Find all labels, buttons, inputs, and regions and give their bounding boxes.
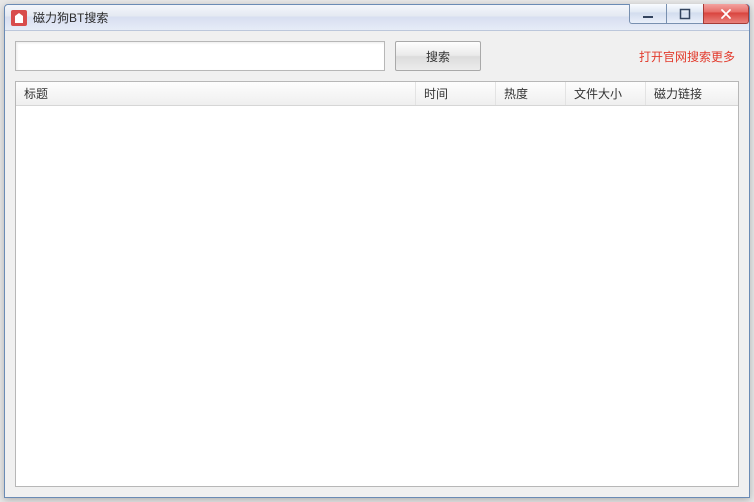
close-icon [719, 8, 733, 20]
column-header-title[interactable]: 标题 [16, 82, 416, 105]
search-row: 搜索 打开官网搜索更多 [15, 41, 739, 71]
title-bar[interactable]: 磁力狗BT搜索 [5, 5, 749, 31]
official-site-link[interactable]: 打开官网搜索更多 [639, 48, 735, 65]
column-header-time[interactable]: 时间 [416, 82, 496, 105]
search-button[interactable]: 搜索 [395, 41, 481, 71]
app-window: 磁力狗BT搜索 搜索 打开官网搜索更多 标题 时间 热度 文件 [4, 4, 750, 498]
close-button[interactable] [703, 4, 749, 24]
window-controls [630, 4, 749, 24]
column-header-magnet[interactable]: 磁力链接 [646, 82, 738, 105]
results-header: 标题 时间 热度 文件大小 磁力链接 [16, 82, 738, 106]
minimize-icon [642, 8, 654, 20]
results-body[interactable] [16, 106, 738, 486]
column-header-size[interactable]: 文件大小 [566, 82, 646, 105]
minimize-button[interactable] [629, 4, 667, 24]
maximize-icon [679, 8, 691, 20]
column-header-heat[interactable]: 热度 [496, 82, 566, 105]
app-icon [11, 10, 27, 26]
window-title: 磁力狗BT搜索 [33, 9, 108, 26]
maximize-button[interactable] [666, 4, 704, 24]
results-table: 标题 时间 热度 文件大小 磁力链接 [15, 81, 739, 487]
search-input[interactable] [15, 41, 385, 71]
client-area: 搜索 打开官网搜索更多 标题 时间 热度 文件大小 磁力链接 [5, 31, 749, 497]
